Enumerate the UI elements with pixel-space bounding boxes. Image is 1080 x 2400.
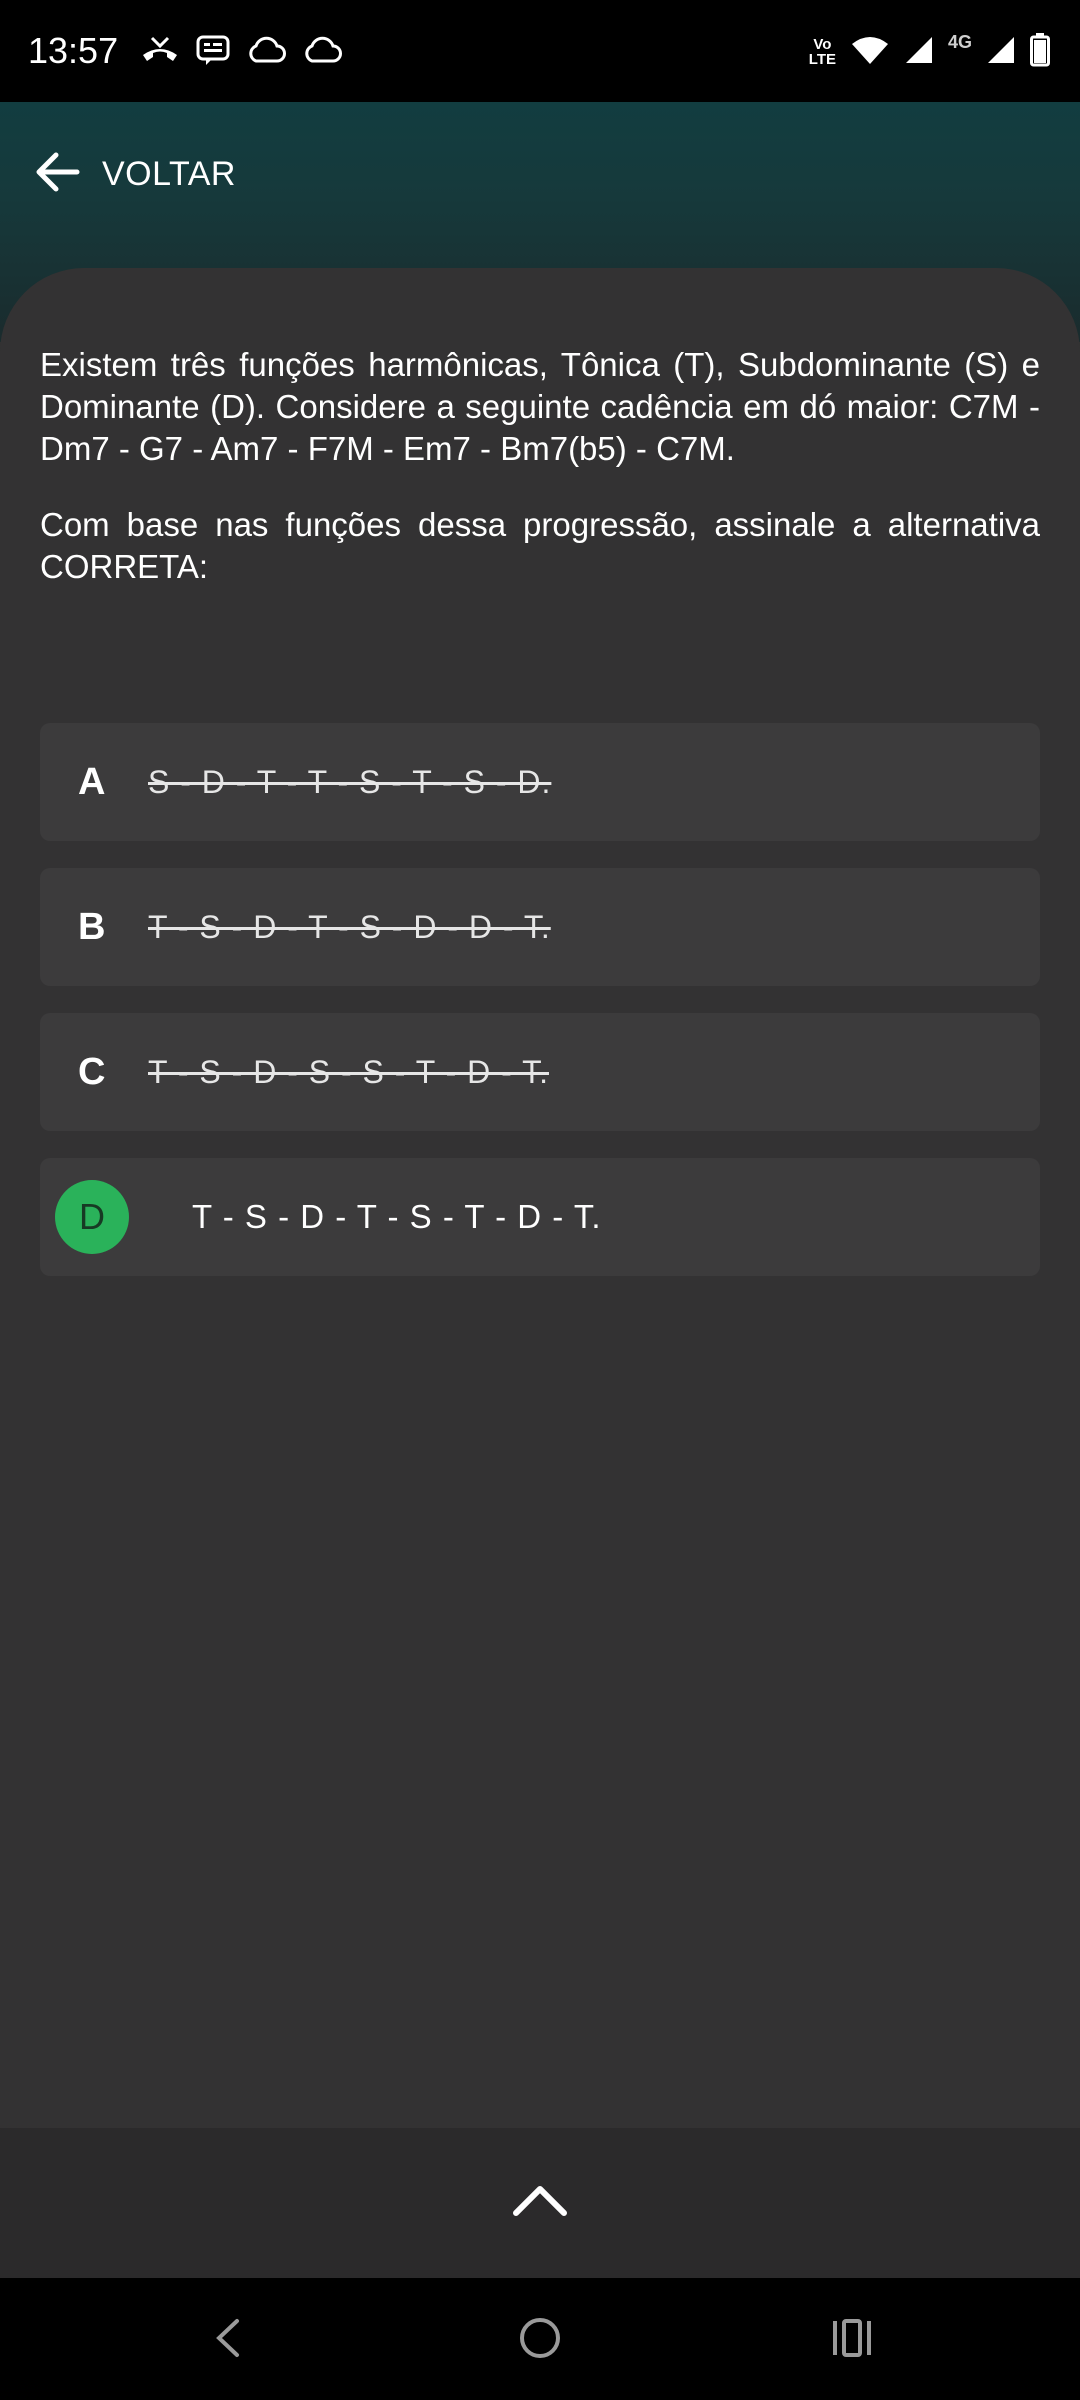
nav-back-button[interactable] (196, 2308, 260, 2372)
missed-call-icon (140, 35, 180, 70)
option-b[interactable]: B T - S - D - T - S - D - D - T. (40, 868, 1040, 986)
nav-home-icon (518, 2316, 562, 2365)
wifi-icon (850, 34, 890, 71)
option-text: T - S - D - T - S - T - D - T. (192, 1198, 602, 1235)
cloud-icon (246, 36, 286, 69)
nav-home-button[interactable] (508, 2308, 572, 2372)
arrow-left-icon (34, 151, 80, 198)
status-bar: 13:57 Vo LTE 4G (0, 0, 1080, 102)
expand-button[interactable] (510, 2172, 570, 2232)
battery-icon (1030, 32, 1050, 72)
notification-icons (140, 32, 342, 72)
status-time: 13:57 (28, 30, 119, 71)
option-text: S - D - T - T - S - T - S - D. (148, 764, 552, 800)
bottom-bar (0, 2128, 1080, 2278)
message-icon (196, 34, 230, 71)
question-instruction: Com base nas funções dessa progressão, a… (40, 506, 1040, 585)
signal-icon (904, 35, 934, 70)
nav-recents-icon (830, 2318, 874, 2363)
option-text: T - S - D - T - S - D - D - T. (148, 909, 551, 945)
network-type-label: 4G (947, 32, 972, 52)
option-letter: B (78, 906, 106, 948)
nav-back-icon (213, 2317, 243, 2364)
option-letter: A (78, 761, 106, 803)
nav-recents-button[interactable] (820, 2308, 884, 2372)
back-button[interactable]: VOLTAR (34, 148, 236, 200)
correct-answer-badge: D (55, 1180, 129, 1254)
volte-icon: Vo LTE (809, 37, 836, 67)
question-card: Existem três funções harmônicas, Tônica … (0, 268, 1080, 2128)
option-d[interactable]: D T - S - D - T - S - T - D - T. (40, 1158, 1040, 1276)
cloud-icon (302, 36, 342, 69)
chevron-up-icon (512, 2183, 568, 2222)
option-letter: C (78, 1051, 106, 1093)
question-paragraph: Existem três funções harmônicas, Tônica … (40, 346, 1040, 467)
option-c[interactable]: C T - S - D - S - S - T - D - T. (40, 1013, 1040, 1131)
question-text: Existem três funções harmônicas, Tônica … (40, 344, 1040, 622)
system-navigation-bar (0, 2278, 1080, 2400)
volte-label-bottom: LTE (808, 51, 836, 68)
option-text: T - S - D - S - S - T - D - T. (148, 1054, 549, 1090)
signal-4g-icon (986, 35, 1016, 70)
back-label: VOLTAR (102, 154, 236, 193)
system-icons: Vo LTE 4G (809, 30, 1050, 74)
option-a[interactable]: A S - D - T - T - S - T - S - D. (40, 723, 1040, 841)
